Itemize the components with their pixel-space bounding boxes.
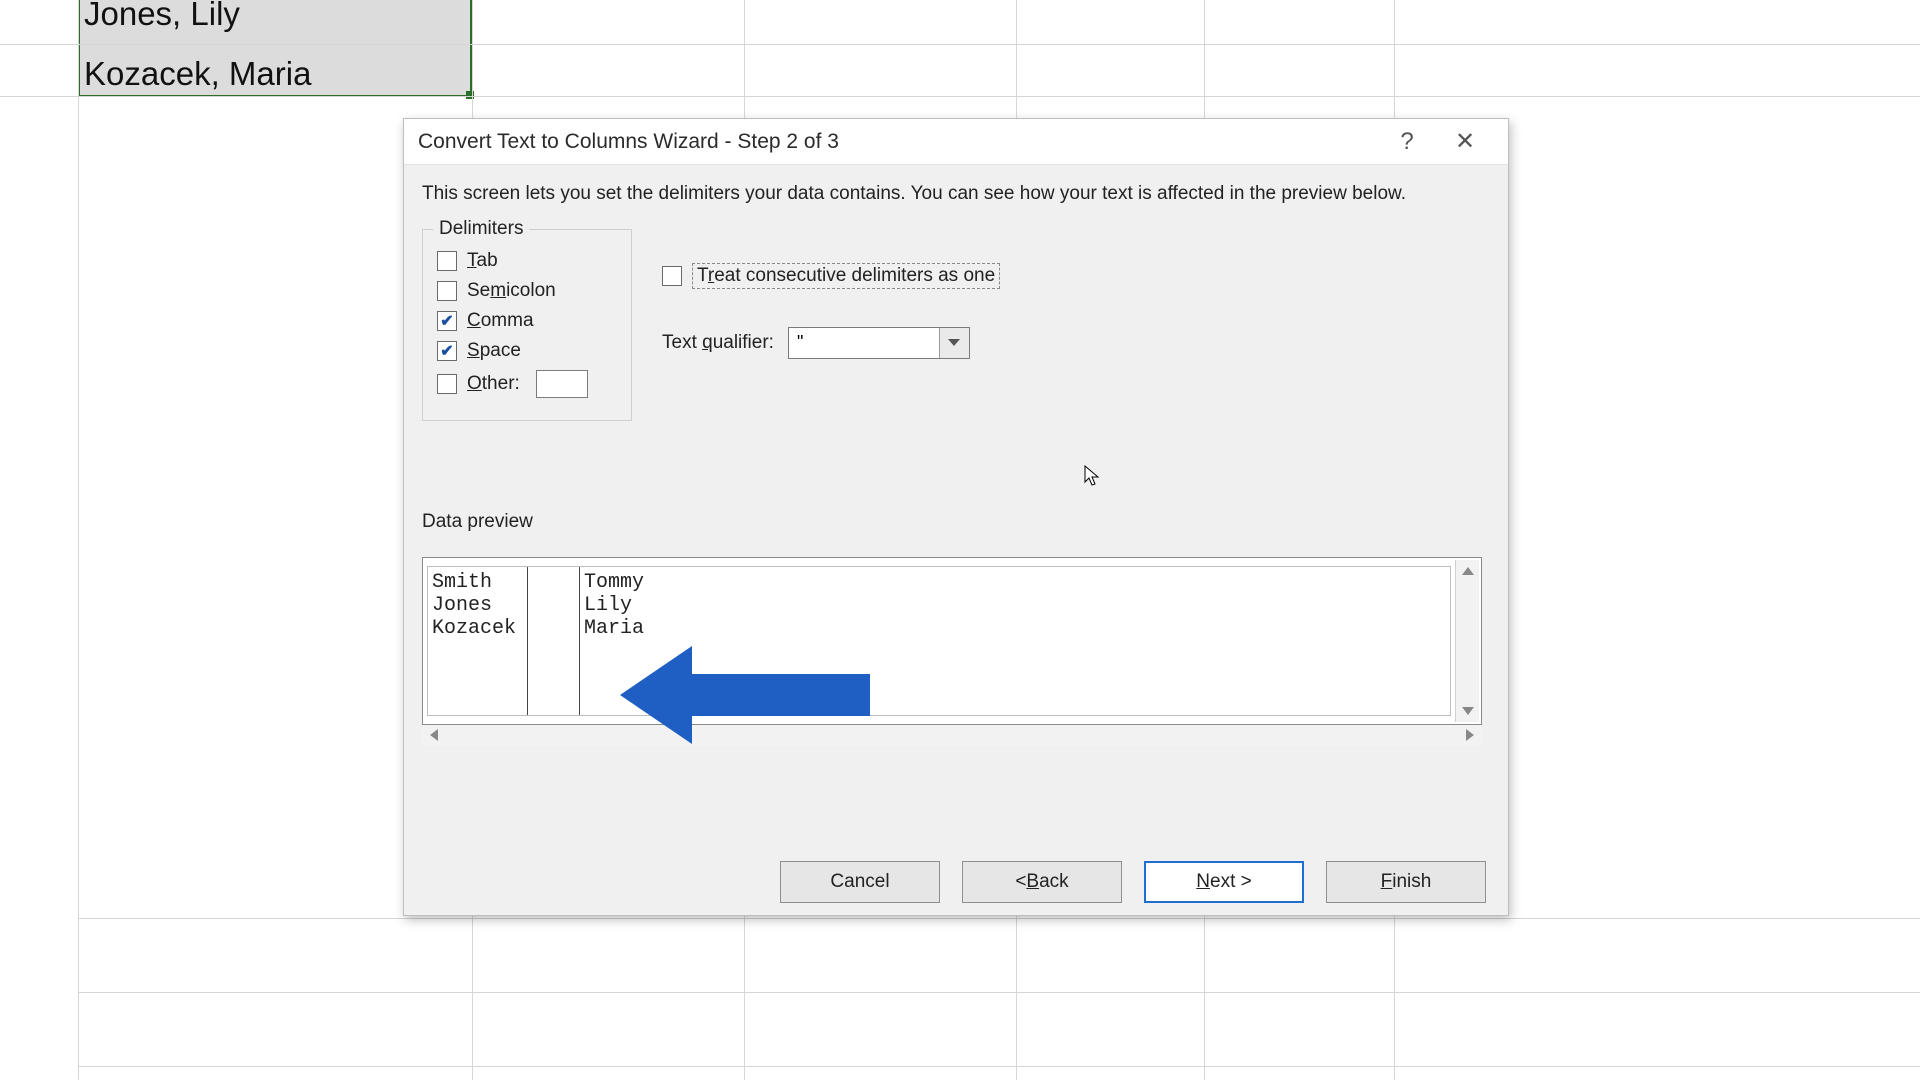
triangle-up-icon	[1462, 567, 1474, 575]
semicolon-label: Semicolon	[467, 280, 556, 302]
other-input[interactable]	[536, 370, 588, 398]
other-label: Other:	[467, 373, 520, 395]
instruction-text: This screen lets you set the delimiters …	[422, 181, 1490, 207]
close-icon: ✕	[1455, 127, 1475, 156]
space-label: Space	[467, 340, 521, 362]
preview-col-2	[528, 567, 580, 715]
delimiters-group: Delimiters Tab Semicolon Comma Space	[422, 229, 632, 421]
help-button[interactable]: ?	[1378, 119, 1436, 165]
tab-label: Tab	[467, 250, 498, 272]
scroll-up-button[interactable]	[1456, 560, 1479, 582]
dialog-titlebar[interactable]: Convert Text to Columns Wizard - Step 2 …	[404, 119, 1508, 165]
next-button[interactable]: Next >	[1144, 861, 1304, 903]
text-qualifier-input[interactable]	[789, 330, 939, 355]
wizard-button-row: Cancel < Back Next > Finish	[404, 861, 1508, 903]
text-qualifier-label: Text qualifier:	[662, 332, 774, 354]
text-qualifier-combo[interactable]	[788, 327, 970, 359]
preview-horizontal-scrollbar[interactable]	[422, 724, 1482, 746]
help-icon: ?	[1400, 128, 1413, 156]
chevron-down-icon	[948, 339, 960, 346]
preview-vertical-scrollbar[interactable]	[1455, 560, 1479, 722]
other-checkbox[interactable]	[437, 374, 457, 394]
space-checkbox[interactable]	[437, 341, 457, 361]
tab-checkbox[interactable]	[437, 251, 457, 271]
data-preview-box: Smith Jones Kozacek Tommy Lily Maria	[422, 557, 1482, 725]
data-preview-label: Data preview	[422, 511, 1490, 533]
text-qualifier-dropdown-button[interactable]	[939, 328, 969, 358]
preview-col-3: Tommy Lily Maria	[580, 567, 1450, 715]
treat-consecutive-label: Treat consecutive delimiters as one	[692, 263, 1000, 289]
data-preview-grid[interactable]: Smith Jones Kozacek Tommy Lily Maria	[427, 566, 1451, 716]
back-button[interactable]: < Back	[962, 861, 1122, 903]
comma-checkbox[interactable]	[437, 311, 457, 331]
scroll-right-button[interactable]	[1458, 725, 1482, 746]
cell-a2[interactable]: Kozacek, Maria	[84, 55, 311, 93]
comma-label: Comma	[467, 310, 534, 332]
treat-consecutive-checkbox[interactable]	[662, 266, 682, 286]
scroll-down-button[interactable]	[1456, 700, 1479, 722]
preview-col-1: Smith Jones Kozacek	[428, 567, 528, 715]
dialog-title: Convert Text to Columns Wizard - Step 2 …	[418, 130, 1378, 154]
triangle-left-icon	[430, 729, 438, 741]
scroll-left-button[interactable]	[422, 725, 446, 746]
text-to-columns-wizard-dialog: Convert Text to Columns Wizard - Step 2 …	[403, 118, 1509, 916]
delimiters-group-label: Delimiters	[433, 218, 529, 240]
close-button[interactable]: ✕	[1436, 119, 1494, 165]
cancel-button[interactable]: Cancel	[780, 861, 940, 903]
semicolon-checkbox[interactable]	[437, 281, 457, 301]
cell-a1[interactable]: Jones, Lily	[84, 0, 240, 33]
finish-button[interactable]: Finish	[1326, 861, 1486, 903]
triangle-down-icon	[1462, 707, 1474, 715]
triangle-right-icon	[1466, 729, 1474, 741]
